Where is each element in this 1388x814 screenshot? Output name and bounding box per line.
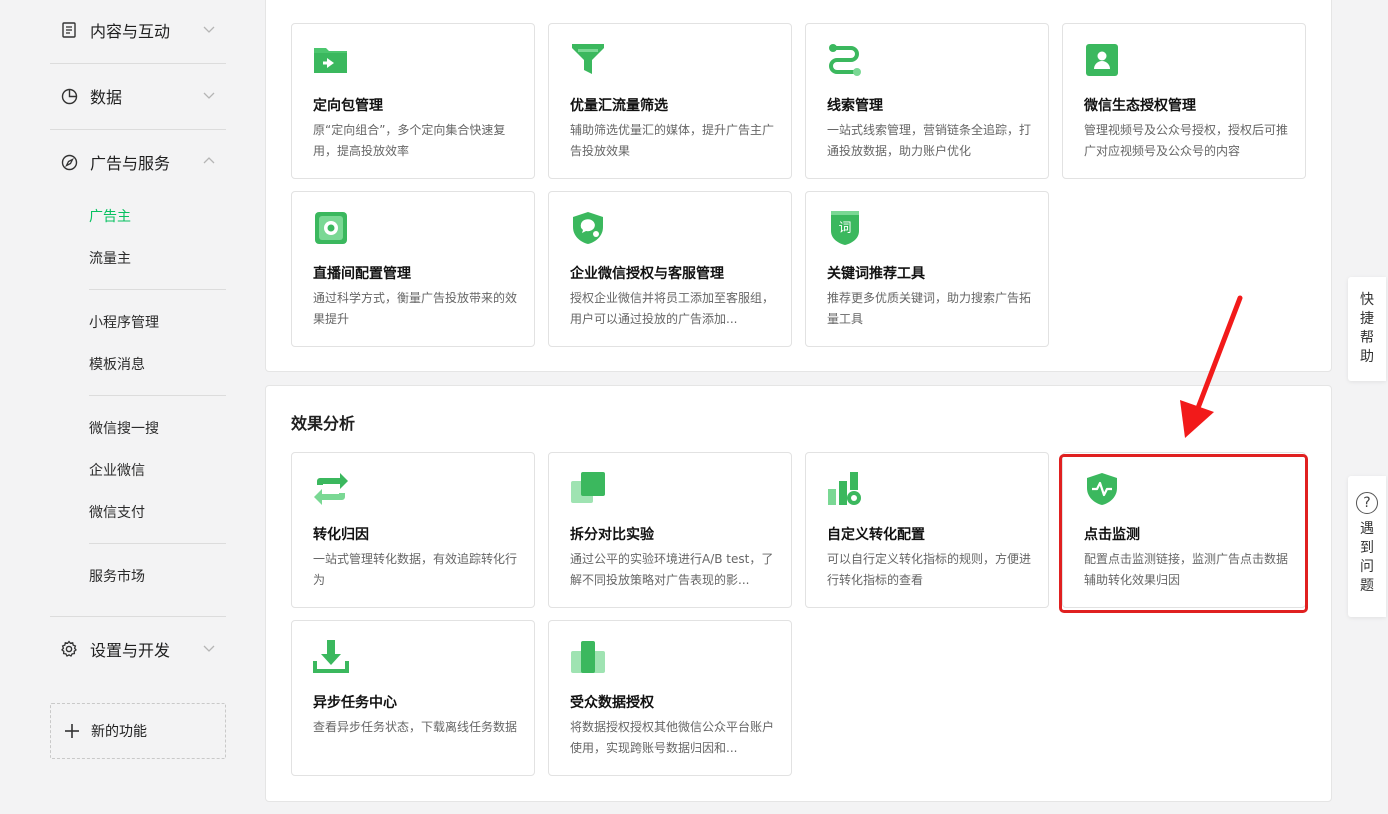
shield-pulse-icon <box>1087 473 1117 505</box>
card-async-tasks[interactable]: 异步任务中心 查看异步任务状态，下载离线任务数据 <box>291 620 535 776</box>
funnel-icon <box>572 44 604 74</box>
pie-chart-icon <box>60 87 78 105</box>
compass-icon <box>60 153 78 171</box>
card-live-room[interactable]: 直播间配置管理 通过科学方式，衡量广告投放带来的效果提升 <box>291 191 535 347</box>
report-problem-label: 遇到问题 <box>1360 521 1374 594</box>
card-audience-auth[interactable]: 受众数据授权 将数据授权授权其他微信公众平台账户使用，实现跨账号数据归因和... <box>548 620 792 776</box>
nav-group-label: 广告与服务 <box>90 154 171 173</box>
nav-group-content[interactable]: 内容与互动 <box>50 0 226 63</box>
card-desc: 管理视频号及公众号授权，授权后可推广对应视频号及公众号的内容 <box>1084 123 1289 158</box>
divider <box>89 395 226 396</box>
card-title: 转化归因 <box>313 527 369 543</box>
sidebar-item-service-market[interactable]: 服务市场 <box>89 566 145 586</box>
nav-group-settings[interactable]: 设置与开发 <box>50 616 226 682</box>
card-title: 点击监测 <box>1084 527 1140 543</box>
sidebar-item-advertiser[interactable]: 广告主 <box>89 206 131 226</box>
sidebar: 内容与互动 数据 广告与服务 广告主 流量主 小程序管理 模板消息 微信搜一搜 … <box>0 0 250 814</box>
new-feature-label: 新的功能 <box>91 724 147 740</box>
card-traffic-filter[interactable]: 优量汇流量筛选 辅助筛选优量汇的媒体，提升广告主广告投放效果 <box>548 23 792 179</box>
card-desc: 授权企业微信并将员工添加至客服组，用户可以通过投放的广告添加... <box>570 291 775 326</box>
sidebar-item-wechat-search[interactable]: 微信搜一搜 <box>89 418 159 438</box>
user-card-icon <box>1086 44 1118 76</box>
quick-help-button[interactable]: 快捷帮助 <box>1348 277 1386 381</box>
card-title: 优量汇流量筛选 <box>570 98 668 114</box>
card-click-monitor[interactable]: 点击监测 配置点击监测链接，监测广告点击数据辅助转化效果归因 <box>1062 452 1306 608</box>
new-feature-button[interactable]: 新的功能 <box>50 703 226 759</box>
sidebar-item-mini-program[interactable]: 小程序管理 <box>89 312 159 332</box>
card-desc: 通过科学方式，衡量广告投放带来的效果提升 <box>313 291 518 326</box>
nav-group-label: 设置与开发 <box>90 641 171 660</box>
card-desc: 配置点击监测链接，监测广告点击数据辅助转化效果归因 <box>1084 552 1289 587</box>
card-desc: 辅助筛选优量汇的媒体，提升广告主广告投放效果 <box>570 123 775 158</box>
sidebar-item-publisher[interactable]: 流量主 <box>89 248 131 268</box>
card-wechat-auth[interactable]: 微信生态授权管理 管理视频号及公众号授权，授权后可推广对应视频号及公众号的内容 <box>1062 23 1306 179</box>
chevron-up-icon <box>203 157 215 164</box>
card-desc: 推荐更多优质关键词，助力搜索广告拓量工具 <box>827 291 1032 326</box>
swap-arrows-icon <box>314 473 348 505</box>
live-camera-icon <box>315 212 347 244</box>
card-desc: 通过公平的实验环境进行A/B test，了解不同投放策略对广告表现的影... <box>570 552 774 587</box>
card-conversion-attribution[interactable]: 转化归因 一站式管理转化数据，有效追踪转化行为 <box>291 452 535 608</box>
sidebar-item-wechat-pay[interactable]: 微信支付 <box>89 502 145 522</box>
card-ab-test[interactable]: 拆分对比实验 通过公平的实验环境进行A/B test，了解不同投放策略对广告表现… <box>548 452 792 608</box>
card-wecom-service[interactable]: 企业微信授权与客服管理 授权企业微信并将员工添加至客服组，用户可以通过投放的广告… <box>548 191 792 347</box>
card-title: 受众数据授权 <box>570 695 654 711</box>
document-icon <box>60 21 78 39</box>
bar-gear-icon <box>828 472 861 505</box>
card-title: 直播间配置管理 <box>313 266 411 282</box>
card-desc: 查看异步任务状态，下载离线任务数据 <box>313 720 518 734</box>
card-title: 企业微信授权与客服管理 <box>570 266 724 282</box>
card-title: 自定义转化配置 <box>827 527 925 543</box>
question-icon: ? <box>1356 492 1378 514</box>
divider <box>89 289 226 290</box>
card-leads[interactable]: 线索管理 一站式线索管理，营销链条全追踪，打通投放数据，助力账户优化 <box>805 23 1049 179</box>
chevron-down-icon <box>203 92 215 99</box>
card-title: 异步任务中心 <box>313 695 397 711</box>
card-targeting-package[interactable]: 定向包管理 原“定向组合”，多个定向集合快速复用，提高投放效率 <box>291 23 535 179</box>
stacked-blocks-icon <box>571 641 605 673</box>
nav-group-data[interactable]: 数据 <box>50 63 226 129</box>
nav-group-label: 内容与互动 <box>90 22 171 41</box>
quick-help-label: 快捷帮助 <box>1360 292 1374 365</box>
card-keyword-tool[interactable]: 词 关键词推荐工具 推荐更多优质关键词，助力搜索广告拓量工具 <box>805 191 1049 347</box>
route-icon <box>829 44 861 76</box>
card-desc: 可以自行定义转化指标的规则，方便进行转化指标的查看 <box>827 552 1032 587</box>
card-desc: 将数据授权授权其他微信公众平台账户使用，实现跨账号数据归因和... <box>570 720 775 755</box>
split-squares-icon <box>571 472 605 503</box>
card-title: 定向包管理 <box>313 98 383 114</box>
divider <box>89 543 226 544</box>
nav-group-label: 数据 <box>90 88 123 107</box>
sidebar-item-wecom[interactable]: 企业微信 <box>89 460 145 480</box>
nav-group-ads[interactable]: 广告与服务 <box>50 129 226 195</box>
report-problem-button[interactable]: ? 遇到问题 <box>1348 476 1386 617</box>
right-strip <box>1346 0 1388 814</box>
section-title: 效果分析 <box>291 414 356 433</box>
card-title: 微信生态授权管理 <box>1084 98 1196 114</box>
download-icon <box>313 640 349 673</box>
card-custom-conversion[interactable]: 自定义转化配置 可以自行定义转化指标的规则，方便进行转化指标的查看 <box>805 452 1049 608</box>
card-title: 关键词推荐工具 <box>827 266 925 282</box>
sidebar-item-template-msg[interactable]: 模板消息 <box>89 354 145 374</box>
folder-arrow-icon <box>314 48 347 73</box>
svg-text:词: 词 <box>838 221 851 236</box>
card-desc: 一站式线索管理，营销链条全追踪，打通投放数据，助力账户优化 <box>827 123 1032 158</box>
shield-chat-icon <box>573 212 603 244</box>
keyword-shield-icon: 词 <box>831 211 859 245</box>
card-desc: 一站式管理转化数据，有效追踪转化行为 <box>313 552 518 587</box>
card-title: 拆分对比实验 <box>570 527 654 543</box>
red-arrow-icon <box>1180 295 1243 438</box>
card-title: 线索管理 <box>827 98 883 114</box>
chevron-down-icon <box>203 645 215 652</box>
plus-icon <box>65 724 79 738</box>
gear-icon <box>60 640 78 658</box>
card-desc: 原“定向组合”，多个定向集合快速复用，提高投放效率 <box>313 123 506 158</box>
chevron-down-icon <box>203 26 215 33</box>
